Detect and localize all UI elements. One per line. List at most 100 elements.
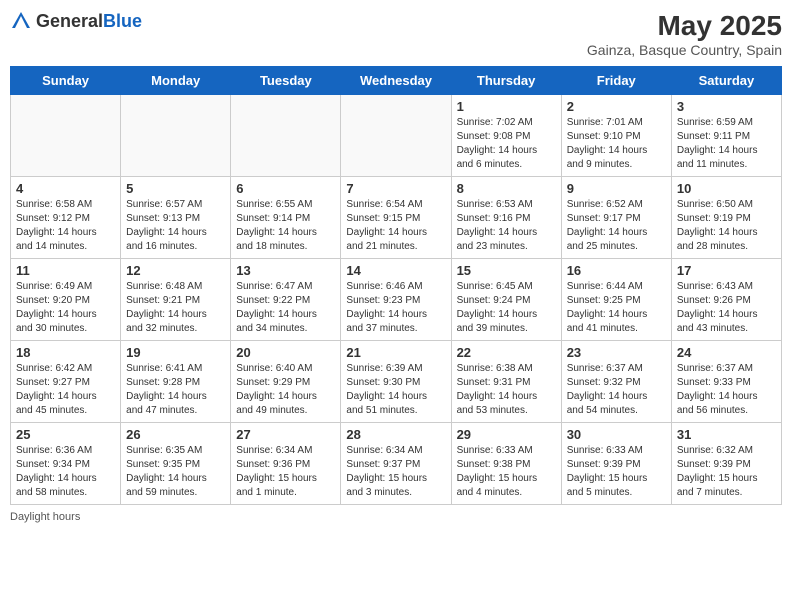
logo-general: General: [36, 11, 103, 31]
calendar-cell: 8Sunrise: 6:53 AM Sunset: 9:16 PM Daylig…: [451, 177, 561, 259]
calendar-cell: 19 Sunrise: 6:41 AM Sunset: 9:28 PM Dayli…: [121, 341, 231, 423]
day-number: 19: [126, 345, 225, 360]
calendar-cell: 13Sunrise: 6:47 AM Sunset: 9:22 PM Dayli…: [231, 259, 341, 341]
calendar-cell: 9 Sunrise: 6:52 AM Sunset: 9:17 PM Daylig…: [561, 177, 671, 259]
day-number: 3: [677, 99, 776, 114]
day-header-friday: Friday: [561, 67, 671, 95]
day-info: Sunrise: 6:37 AM Sunset: 9:32 PM Dayligh…: [567, 362, 666, 418]
calendar-cell: 15 Sunrise: 6:45 AM Sunset: 9:24 PM Dayli…: [451, 259, 561, 341]
calendar-cell: 20 Sunrise: 6:40 AM Sunset: 9:29 PM Dayli…: [231, 341, 341, 423]
day-number: 25: [16, 427, 115, 442]
calendar-cell: [11, 95, 121, 177]
day-number: 13: [236, 263, 335, 278]
day-number: 12: [126, 263, 225, 278]
day-header-wednesday: Wednesday: [341, 67, 451, 95]
calendar-cell: 18 Sunrise: 6:42 AM Sunset: 9:27 PM Dayli…: [11, 341, 121, 423]
day-info: Sunrise: 6:48 AM Sunset: 9:21 PM Dayligh…: [126, 280, 225, 336]
calendar-cell: 11Sunrise: 6:49 AM Sunset: 9:20 PM Dayli…: [11, 259, 121, 341]
day-number: 5: [126, 181, 225, 196]
day-number: 21: [346, 345, 445, 360]
calendar-cell: 5 Sunrise: 6:57 AM Sunset: 9:13 PM Daylig…: [121, 177, 231, 259]
calendar-cell: 24 Sunrise: 6:37 AM Sunset: 9:33 PM Dayli…: [671, 341, 781, 423]
title-area: May 2025 Gainza, Basque Country, Spain: [587, 10, 782, 58]
calendar-cell: [231, 95, 341, 177]
day-info: Sunrise: 6:33 AM Sunset: 9:39 PM Dayligh…: [567, 444, 666, 500]
week-row-2: 4Sunrise: 6:58 AM Sunset: 9:12 PM Daylig…: [11, 177, 782, 259]
day-info: Sunrise: 6:42 AM Sunset: 9:27 PM Dayligh…: [16, 362, 115, 418]
day-header-sunday: Sunday: [11, 67, 121, 95]
day-info: Sunrise: 6:59 AM Sunset: 9:11 PM Dayligh…: [677, 116, 776, 172]
calendar-cell: 26 Sunrise: 6:35 AM Sunset: 9:35 PM Dayli…: [121, 423, 231, 505]
calendar-cell: 4Sunrise: 6:58 AM Sunset: 9:12 PM Daylig…: [11, 177, 121, 259]
day-number: 2: [567, 99, 666, 114]
day-header-thursday: Thursday: [451, 67, 561, 95]
day-number: 9: [567, 181, 666, 196]
calendar-cell: 30 Sunrise: 6:33 AM Sunset: 9:39 PM Dayli…: [561, 423, 671, 505]
calendar-cell: 7Sunrise: 6:54 AM Sunset: 9:15 PM Daylig…: [341, 177, 451, 259]
calendar-cell: 22 Sunrise: 6:38 AM Sunset: 9:31 PM Dayli…: [451, 341, 561, 423]
day-number: 28: [346, 427, 445, 442]
day-number: 30: [567, 427, 666, 442]
day-header-row: SundayMondayTuesdayWednesdayThursdayFrid…: [11, 67, 782, 95]
calendar-cell: 17 Sunrise: 6:43 AM Sunset: 9:26 PM Dayli…: [671, 259, 781, 341]
day-info: Sunrise: 6:34 AM Sunset: 9:37 PM Dayligh…: [346, 444, 445, 500]
calendar-cell: 16Sunrise: 6:44 AM Sunset: 9:25 PM Dayli…: [561, 259, 671, 341]
day-info: Sunrise: 6:34 AM Sunset: 9:36 PM Dayligh…: [236, 444, 335, 500]
day-info: Sunrise: 6:39 AM Sunset: 9:30 PM Dayligh…: [346, 362, 445, 418]
calendar-cell: 31 Sunrise: 6:32 AM Sunset: 9:39 PM Dayli…: [671, 423, 781, 505]
day-info: Sunrise: 6:38 AM Sunset: 9:31 PM Dayligh…: [457, 362, 556, 418]
day-info: Sunrise: 6:41 AM Sunset: 9:28 PM Dayligh…: [126, 362, 225, 418]
calendar-cell: 10 Sunrise: 6:50 AM Sunset: 9:19 PM Dayli…: [671, 177, 781, 259]
calendar-cell: 25 Sunrise: 6:36 AM Sunset: 9:34 PM Dayli…: [11, 423, 121, 505]
calendar-cell: [341, 95, 451, 177]
day-info: Sunrise: 6:57 AM Sunset: 9:13 PM Dayligh…: [126, 198, 225, 254]
day-info: Sunrise: 6:37 AM Sunset: 9:33 PM Dayligh…: [677, 362, 776, 418]
day-number: 15: [457, 263, 556, 278]
day-number: 8: [457, 181, 556, 196]
day-info: Sunrise: 6:45 AM Sunset: 9:24 PM Dayligh…: [457, 280, 556, 336]
day-number: 17: [677, 263, 776, 278]
day-number: 22: [457, 345, 556, 360]
calendar-cell: 29 Sunrise: 6:33 AM Sunset: 9:38 PM Dayli…: [451, 423, 561, 505]
day-info: Sunrise: 6:50 AM Sunset: 9:19 PM Dayligh…: [677, 198, 776, 254]
calendar-cell: 14Sunrise: 6:46 AM Sunset: 9:23 PM Dayli…: [341, 259, 451, 341]
calendar-cell: 28 Sunrise: 6:34 AM Sunset: 9:37 PM Dayli…: [341, 423, 451, 505]
week-row-5: 25 Sunrise: 6:36 AM Sunset: 9:34 PM Dayli…: [11, 423, 782, 505]
day-info: Sunrise: 6:40 AM Sunset: 9:29 PM Dayligh…: [236, 362, 335, 418]
day-number: 1: [457, 99, 556, 114]
calendar-cell: 2 Sunrise: 7:01 AM Sunset: 9:10 PM Daylig…: [561, 95, 671, 177]
day-number: 4: [16, 181, 115, 196]
calendar-cell: 21 Sunrise: 6:39 AM Sunset: 9:30 PM Dayli…: [341, 341, 451, 423]
calendar-cell: 1 Sunrise: 7:02 AM Sunset: 9:08 PM Daylig…: [451, 95, 561, 177]
day-number: 6: [236, 181, 335, 196]
day-info: Sunrise: 6:32 AM Sunset: 9:39 PM Dayligh…: [677, 444, 776, 500]
day-info: Sunrise: 6:55 AM Sunset: 9:14 PM Dayligh…: [236, 198, 335, 254]
logo-text: GeneralBlue: [36, 11, 142, 32]
day-info: Sunrise: 6:36 AM Sunset: 9:34 PM Dayligh…: [16, 444, 115, 500]
day-number: 31: [677, 427, 776, 442]
day-info: Sunrise: 6:43 AM Sunset: 9:26 PM Dayligh…: [677, 280, 776, 336]
day-number: 27: [236, 427, 335, 442]
day-info: Sunrise: 7:02 AM Sunset: 9:08 PM Dayligh…: [457, 116, 556, 172]
day-info: Sunrise: 7:01 AM Sunset: 9:10 PM Dayligh…: [567, 116, 666, 172]
day-number: 10: [677, 181, 776, 196]
calendar-cell: 3 Sunrise: 6:59 AM Sunset: 9:11 PM Daylig…: [671, 95, 781, 177]
day-number: 29: [457, 427, 556, 442]
calendar-table: SundayMondayTuesdayWednesdayThursdayFrid…: [10, 66, 782, 505]
day-number: 24: [677, 345, 776, 360]
logo-icon: [10, 10, 32, 32]
logo-blue: Blue: [103, 11, 142, 31]
day-header-monday: Monday: [121, 67, 231, 95]
footer-text: Daylight hours: [10, 511, 80, 523]
day-info: Sunrise: 6:35 AM Sunset: 9:35 PM Dayligh…: [126, 444, 225, 500]
header: GeneralBlue May 2025 Gainza, Basque Coun…: [10, 10, 782, 58]
day-number: 26: [126, 427, 225, 442]
day-number: 20: [236, 345, 335, 360]
day-info: Sunrise: 6:33 AM Sunset: 9:38 PM Dayligh…: [457, 444, 556, 500]
calendar-title: May 2025: [587, 10, 782, 42]
day-info: Sunrise: 6:46 AM Sunset: 9:23 PM Dayligh…: [346, 280, 445, 336]
calendar-cell: 23Sunrise: 6:37 AM Sunset: 9:32 PM Dayli…: [561, 341, 671, 423]
day-info: Sunrise: 6:52 AM Sunset: 9:17 PM Dayligh…: [567, 198, 666, 254]
day-number: 18: [16, 345, 115, 360]
day-number: 16: [567, 263, 666, 278]
